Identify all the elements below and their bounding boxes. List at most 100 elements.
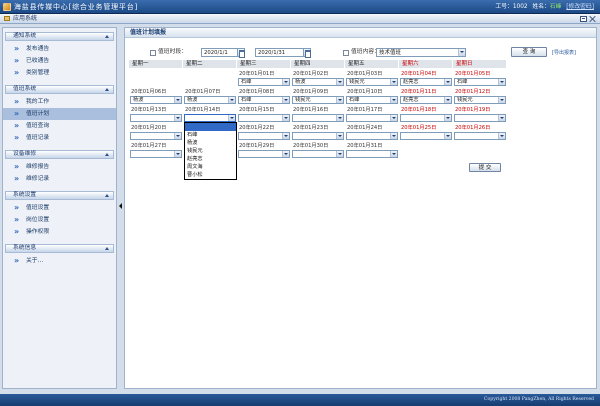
sidebar-item-label: 维修记录	[26, 176, 50, 182]
collapse-up-icon[interactable]	[105, 35, 109, 38]
export-link[interactable]: [导出报表]	[552, 50, 576, 56]
dropdown-arrow-icon	[498, 133, 505, 139]
sidebar-item[interactable]: 操作权限	[3, 226, 116, 238]
calendar-day-cell: 20年01月03日 钱民元	[345, 70, 399, 88]
collapse-up-icon[interactable]	[105, 247, 109, 250]
duty-person-select[interactable]: 钱民元	[454, 96, 506, 104]
sidebar-section-header[interactable]: 系统信息	[5, 244, 114, 253]
day-date: 20年01月26日	[455, 125, 491, 131]
sidebar-item[interactable]: 关于…	[3, 255, 116, 267]
duty-person-select[interactable]	[238, 150, 290, 158]
duty-content-select[interactable]: 技术值班	[376, 48, 466, 57]
duty-person-select[interactable]: 石峰	[238, 96, 290, 104]
duty-person-select[interactable]: 石峰	[238, 78, 290, 86]
day-date: 20年01月05日	[455, 71, 491, 77]
dropdown-option[interactable]: 曹小松	[185, 171, 236, 179]
dropdown-arrow-icon	[444, 79, 451, 85]
sidebar-item[interactable]: 维修记录	[3, 173, 116, 185]
calendar-icon[interactable]	[237, 48, 245, 58]
calendar-day-cell: 20年01月20日	[129, 124, 183, 142]
duty-person-select[interactable]	[292, 150, 344, 158]
duty-person-value: 石峰	[349, 97, 360, 103]
duty-person-select[interactable]	[184, 114, 236, 122]
collapse-up-icon[interactable]	[105, 194, 109, 197]
duty-person-select[interactable]: 石峰	[346, 96, 398, 104]
duty-person-select[interactable]: 赵亮志	[400, 96, 452, 104]
sidebar-section-header[interactable]: 通知系统	[5, 32, 114, 41]
duty-person-select[interactable]	[130, 150, 182, 158]
duty-person-select[interactable]	[292, 114, 344, 122]
duty-person-select[interactable]: 杨波	[184, 96, 236, 104]
change-password-link[interactable]: [修改密码]	[566, 3, 594, 11]
collapse-up-icon[interactable]	[105, 88, 109, 91]
duty-person-select[interactable]	[346, 132, 398, 140]
dropdown-option[interactable]: 赵亮志	[185, 155, 236, 163]
user-name: 石峰	[549, 4, 562, 10]
sidebar-section-header[interactable]: 设备维修	[5, 150, 114, 159]
duty-person-select[interactable]: 杨波	[292, 78, 344, 86]
calendar-week-row: 20年01月06日 杨波 20年01月07日 杨波 20年01月08日 石峰 20年01月0…	[129, 88, 507, 106]
duty-person-select[interactable]	[292, 132, 344, 140]
duty-content-checkbox[interactable]	[343, 50, 349, 56]
sidebar-item-list: 值班设置岗位设置操作权限	[3, 200, 116, 240]
dropdown-option[interactable]: 杨波	[185, 139, 236, 147]
duty-person-select[interactable]	[454, 114, 506, 122]
duty-person-select[interactable]	[400, 132, 452, 140]
double-chevron-right-icon	[14, 44, 19, 53]
restore-icon[interactable]	[580, 16, 587, 22]
dropdown-option[interactable]: 钱民元	[185, 147, 236, 155]
sidebar-section-header[interactable]: 系统设置	[5, 191, 114, 200]
sidebar-item[interactable]: 我的工作	[3, 96, 116, 108]
duty-person-select[interactable]: 赵亮志	[400, 78, 452, 86]
duty-person-select[interactable]	[346, 114, 398, 122]
dropdown-option[interactable]	[185, 123, 236, 131]
duty-person-select[interactable]: 石峰	[454, 78, 506, 86]
start-date-input[interactable]	[201, 48, 238, 57]
sidebar-item[interactable]: 岗位设置	[3, 214, 116, 226]
duty-person-select[interactable]	[130, 114, 182, 122]
sidebar-section-header[interactable]: 值班系统	[5, 85, 114, 94]
end-date-input[interactable]	[255, 48, 304, 57]
close-icon[interactable]	[589, 16, 596, 22]
calendar-day-cell: 20年01月25日	[399, 124, 453, 142]
sidebar-item[interactable]: 值班设置	[3, 202, 116, 214]
user-name-label: 姓名：	[532, 4, 550, 10]
sidebar-item[interactable]: 类别管理	[3, 67, 116, 79]
sidebar-splitter[interactable]	[117, 27, 124, 389]
duty-person-select[interactable]	[238, 114, 290, 122]
double-chevron-right-icon	[14, 203, 19, 212]
sidebar: 通知系统发布通告已收通告类别管理值班系统我的工作值班计划值班查询值班记录设备维修…	[2, 27, 117, 389]
sidebar-item[interactable]: 值班查询	[3, 120, 116, 132]
double-chevron-right-icon	[14, 121, 19, 130]
sidebar-item[interactable]: 维修报告	[3, 161, 116, 173]
query-button[interactable]: 查 询	[511, 47, 547, 57]
dropdown-arrow-icon	[390, 133, 397, 139]
duty-person-value: 赵亮志	[403, 79, 419, 85]
calendar-day-cell: 20年01月12日 钱民元	[453, 88, 507, 106]
sidebar-item[interactable]: 已收通告	[3, 55, 116, 67]
sidebar-item-label: 类别管理	[26, 70, 50, 76]
duty-person-select[interactable]	[400, 114, 452, 122]
sidebar-item[interactable]: 发布通告	[3, 43, 116, 55]
duty-person-select[interactable]	[130, 132, 182, 140]
title-bar: 海盐县传媒中心[综合业务管理平台] 工号：1002 姓名：石峰 [修改密码]	[0, 0, 600, 14]
collapse-left-arrow-icon[interactable]	[119, 203, 122, 209]
dropdown-option[interactable]: 周文海	[185, 163, 236, 171]
user-id-label: 工号：	[495, 4, 513, 10]
time-range-checkbox[interactable]	[150, 50, 156, 56]
duty-person-select[interactable]	[346, 150, 398, 158]
duty-person-select[interactable]: 杨波	[130, 96, 182, 104]
dropdown-option[interactable]: 石峰	[185, 131, 236, 139]
dropdown-arrow-icon	[174, 97, 181, 103]
duty-person-select[interactable]: 钱民元	[346, 78, 398, 86]
duty-person-select[interactable]	[454, 132, 506, 140]
sidebar-item[interactable]: 值班计划	[3, 108, 116, 120]
calendar-day-cell: 20年01月18日	[399, 106, 453, 124]
calendar-icon[interactable]	[303, 48, 311, 58]
sidebar-item[interactable]: 值班记录	[3, 132, 116, 144]
duty-person-select[interactable]: 钱民元	[292, 96, 344, 104]
dropdown-arrow-icon	[498, 115, 505, 121]
submit-button[interactable]: 提 交	[469, 163, 501, 172]
duty-person-select[interactable]	[238, 132, 290, 140]
collapse-up-icon[interactable]	[105, 153, 109, 156]
